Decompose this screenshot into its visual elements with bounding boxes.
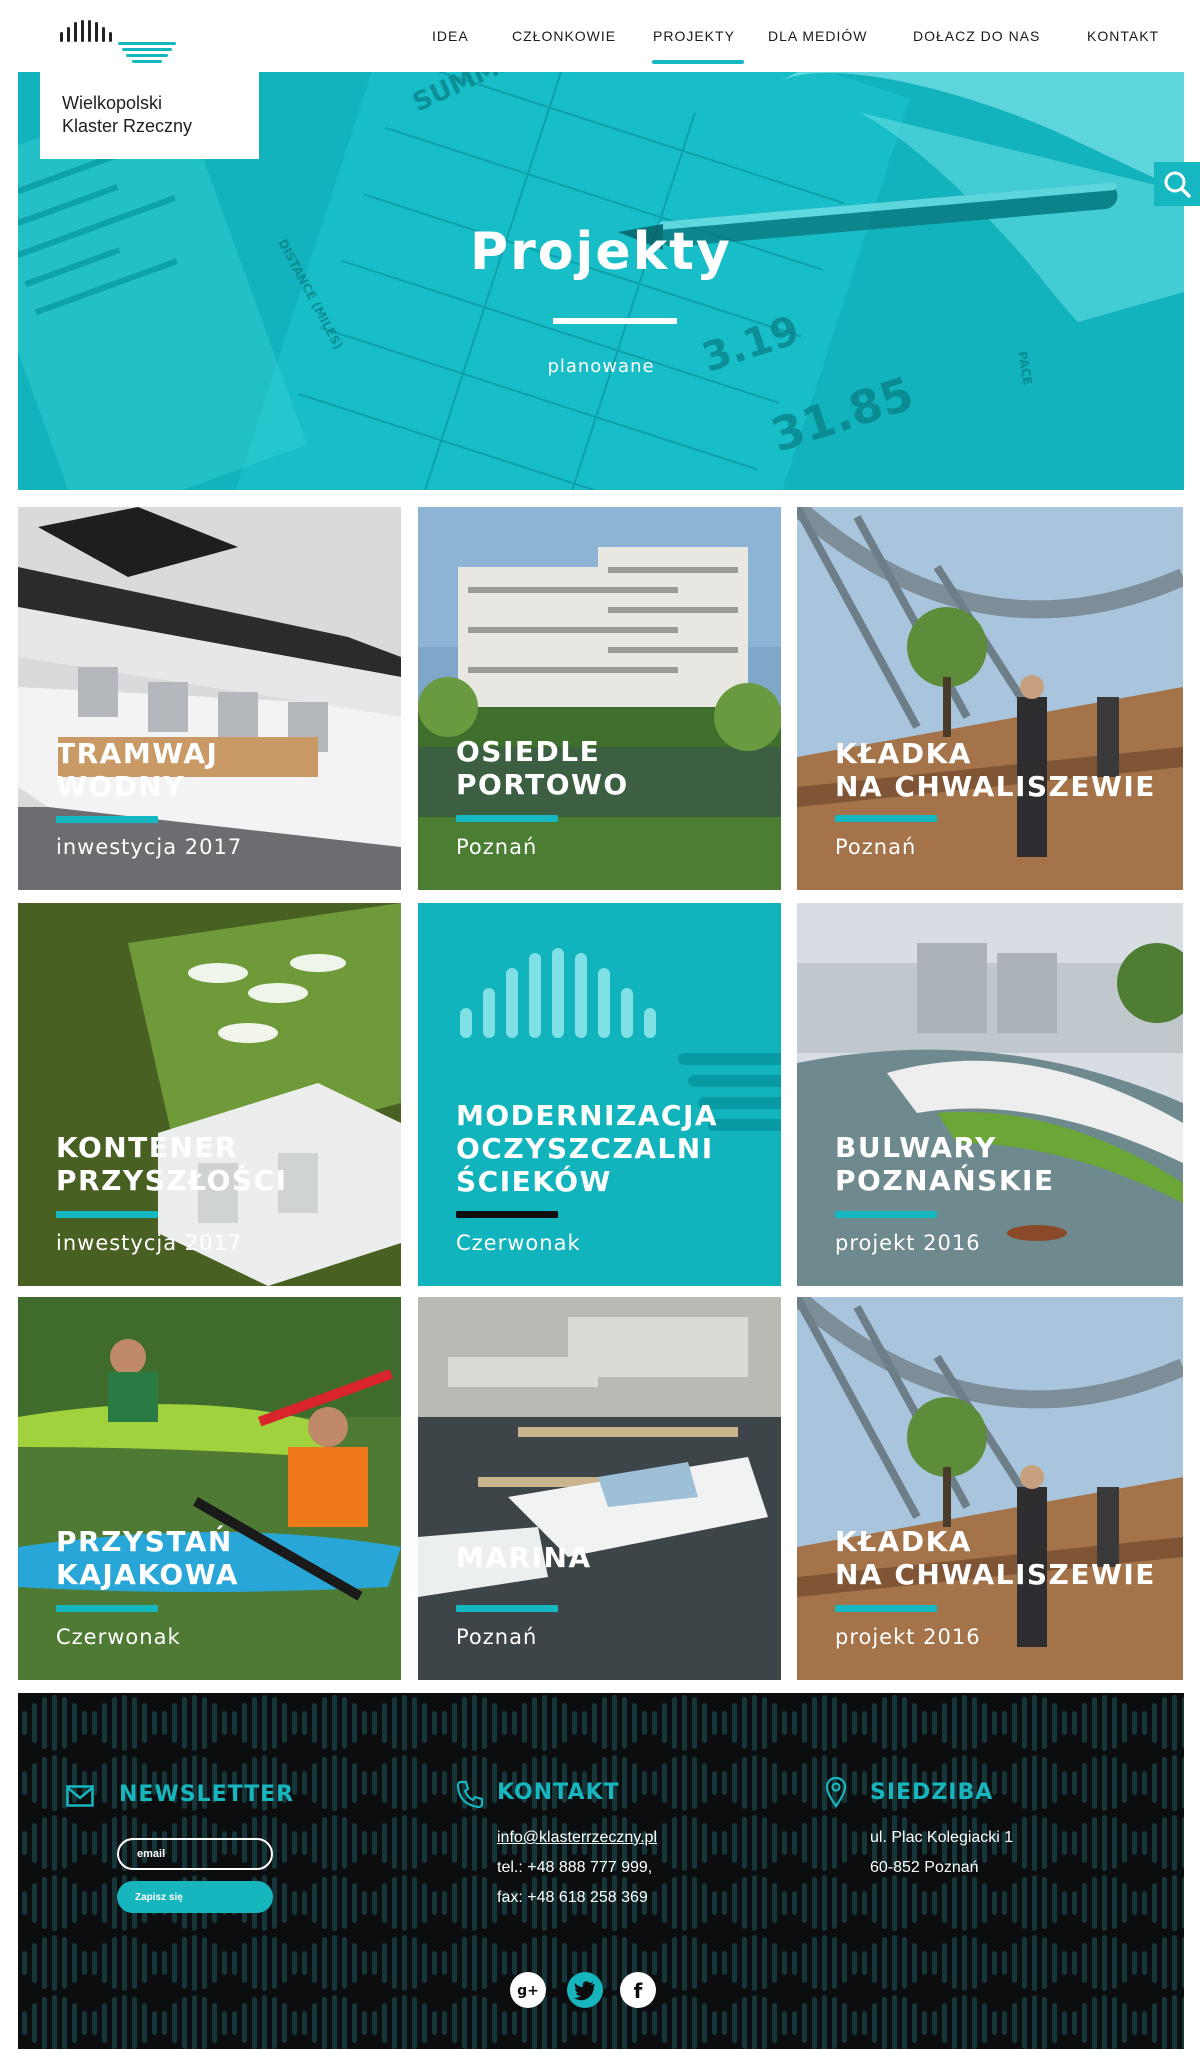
office-address: ul. Plac Kolegiacki 1 60-852 Poznań [870,1823,1013,1883]
facebook-button[interactable]: f [620,1972,656,2008]
tile-image-footbridge [797,507,1183,890]
tile-subtitle: Poznań [456,835,538,859]
logo-text-box[interactable]: Wielkopolski Klaster Rzeczny [40,72,259,159]
tile-subtitle: inwestycja 2017 [56,1231,243,1255]
tile-title: MARINA [456,1541,592,1574]
project-tile-modernizacja-oczyszczalni[interactable]: MODERNIZACJA OCZYSZCZALNI ŚCIEKÓW Czerwona… [418,903,781,1286]
contact-fax: fax: +48 618 258 369 [497,1889,648,1906]
tile-image-residential [418,507,781,890]
tile-subtitle: projekt 2016 [835,1625,981,1649]
nav-item-projekty[interactable]: PROJEKTY [653,28,735,44]
tile-title: TRAMWAJ WODNY [56,737,219,803]
project-tile-kladka-chwaliszewie[interactable]: KŁADKA NA CHWALISZEWIE Poznań [797,507,1183,890]
nav-item-idea[interactable]: IDEA [432,28,469,44]
tile-subtitle: inwestycja 2017 [56,835,243,859]
tile-title: MODERNIZACJA OCZYSZCZALNI ŚCIEKÓW [456,1099,719,1198]
main-nav: IDEA CZŁONKOWIE PROJEKTY DLA MEDIÓW DOŁA… [410,0,1200,72]
brand-name-line2: Klaster Rzeczny [62,116,193,136]
search-icon [1164,171,1191,198]
project-tile-marina[interactable]: MARINA Poznań [418,1297,781,1680]
tile-title: KŁADKA NA CHWALISZEWIE [835,1525,1156,1591]
project-tile-kontener-przyszlosci[interactable]: KONTENER PRZYSZŁOŚCI inwestycja 2017 [18,903,401,1286]
google-plus-button[interactable]: g+ [510,1972,546,2008]
tile-accent-bar [456,1211,558,1218]
newsletter-email-input[interactable] [117,1838,273,1870]
project-tile-przystan-kajakowa[interactable]: PRZYSTAŃ KAJAKOWA Czerwonak [18,1297,401,1680]
nav-item-dla-mediow[interactable]: DLA MEDIÓW [768,28,867,44]
tile-image-marina [418,1297,781,1680]
tile-accent-bar [56,816,158,823]
tile-subtitle: Czerwonak [456,1231,581,1255]
tile-image-container-garden [18,903,401,1286]
mail-icon [66,1785,94,1807]
nav-active-indicator [652,60,744,64]
tile-accent-bar [835,1605,937,1612]
phone-icon [456,1780,484,1809]
contact-phone: tel.: +48 888 777 999, [497,1859,653,1876]
brand-name-line1: Wielkopolski [62,93,163,113]
tile-image-water-tram [18,507,401,890]
svg-text:f: f [634,1979,643,2003]
tile-image-logo-mark [418,903,781,1286]
title-underline [553,318,677,324]
twitter-button[interactable] [567,1972,603,2008]
logo-icon[interactable] [58,20,178,72]
tile-subtitle: Poznań [456,1625,538,1649]
facebook-icon: f [634,1979,643,2003]
contact-heading: KONTAKT [497,1780,620,1805]
newsletter-subscribe-button[interactable]: Zapisz się [117,1881,273,1913]
newsletter-heading: NEWSLETTER [119,1782,295,1807]
tile-title: BULWARY POZNAŃSKIE [835,1131,1055,1197]
nav-item-kontakt[interactable]: KONTAKT [1087,28,1159,44]
tile-title: PRZYSTAŃ KAJAKOWA [56,1525,239,1591]
contact-details: info@klasterrzeczny.pl tel.: +48 888 777… [497,1823,657,1913]
tile-subtitle: projekt 2016 [835,1231,981,1255]
tile-subtitle: Czerwonak [56,1625,181,1649]
tile-title: KŁADKA NA CHWALISZEWIE [835,737,1156,803]
search-button[interactable] [1154,162,1200,206]
tile-accent-bar [456,1605,558,1612]
page-title: Projekty [470,222,732,282]
tile-accent-bar [56,1605,158,1612]
location-pin-icon [825,1776,847,1808]
footer: NEWSLETTER Zapisz się KONTAKT info@klast… [18,1693,1184,2049]
twitter-icon [574,1981,595,2001]
nav-item-czlonkowie[interactable]: CZŁONKOWIE [512,28,616,44]
page-subtitle: planowane [547,356,655,377]
project-tile-kladka-chwaliszewie-2016[interactable]: KŁADKA NA CHWALISZEWIE projekt 2016 [797,1297,1183,1680]
project-tile-osiedle-portowo[interactable]: OSIEDLE PORTOWO Poznań [418,507,781,890]
tile-title: OSIEDLE PORTOWO [456,735,629,801]
address-line1: ul. Plac Kolegiacki 1 [870,1829,1014,1846]
tile-subtitle: Poznań [835,835,917,859]
tile-image-riverside-boulevard [797,903,1183,1286]
svg-text:g+: g+ [517,1983,539,1999]
project-tile-bulwary-poznanskie[interactable]: BULWARY POZNAŃSKIE projekt 2016 [797,903,1183,1286]
contact-email-link[interactable]: info@klasterrzeczny.pl [497,1829,657,1846]
project-tile-tramwaj-wodny[interactable]: TRAMWAJ WODNY inwestycja 2017 [18,507,401,890]
tile-image-kayaks [18,1297,401,1680]
office-heading: SIEDZIBA [870,1780,994,1805]
tile-accent-bar [835,815,937,822]
address-line2: 60-852 Poznań [870,1859,979,1876]
google-plus-icon: g+ [517,1983,539,1999]
tile-accent-bar [56,1211,158,1218]
tile-accent-bar [456,815,558,822]
tile-image-footbridge [797,1297,1183,1680]
nav-item-dolacz-do-nas[interactable]: DOŁACZ DO NAS [913,28,1040,44]
tile-accent-bar [835,1211,937,1218]
tile-title: KONTENER PRZYSZŁOŚCI [56,1131,288,1197]
